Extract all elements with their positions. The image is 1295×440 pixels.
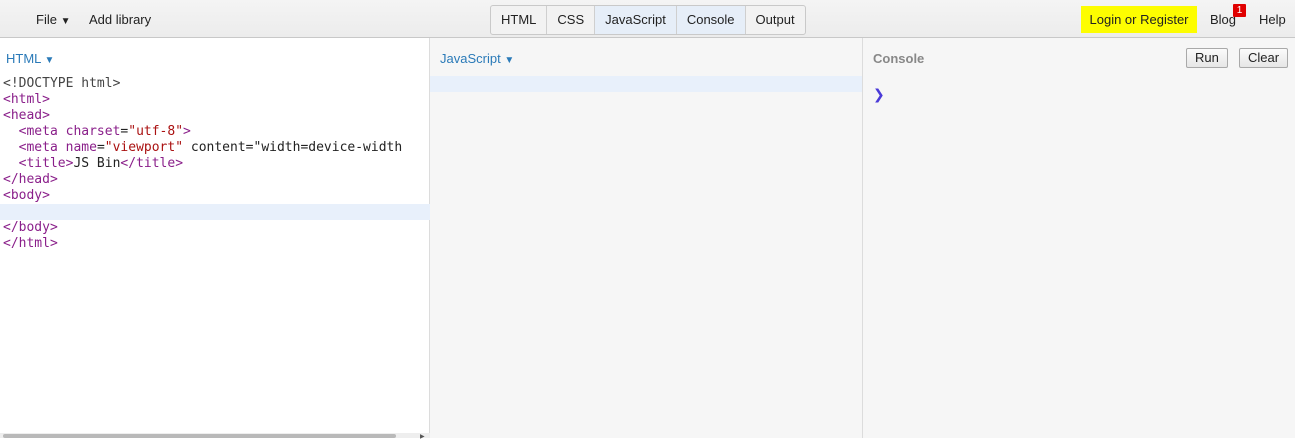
code-line[interactable]: <html> bbox=[0, 92, 430, 108]
file-menu-label: File bbox=[36, 12, 57, 27]
javascript-code-editor[interactable] bbox=[430, 76, 862, 92]
code-line[interactable]: </html> bbox=[0, 236, 430, 252]
chevron-down-icon: ▼ bbox=[504, 55, 515, 66]
console-prompt-icon[interactable]: ❯ bbox=[873, 86, 885, 103]
tab-output[interactable]: Output bbox=[746, 6, 805, 34]
html-panel-dropdown[interactable]: HTML ▼ bbox=[6, 51, 54, 66]
code-line[interactable]: <title>JS Bin</title> bbox=[0, 156, 430, 172]
tab-css[interactable]: CSS bbox=[547, 6, 596, 34]
clear-button[interactable]: Clear bbox=[1239, 48, 1289, 68]
scrollbar-thumb[interactable] bbox=[3, 434, 396, 438]
tab-html[interactable]: HTML bbox=[491, 6, 548, 34]
code-line[interactable]: <meta charset="utf-8"> bbox=[0, 124, 430, 140]
tab-javascript[interactable]: JavaScript bbox=[595, 6, 677, 34]
file-menu[interactable]: File ▼ bbox=[36, 12, 70, 27]
console-panel-label: Console bbox=[873, 51, 925, 66]
run-button[interactable]: Run bbox=[1186, 48, 1228, 68]
scroll-right-arrow-icon[interactable]: ▶ bbox=[420, 433, 425, 440]
html-code-editor[interactable]: <!DOCTYPE html> <html> <head> <meta charse… bbox=[0, 76, 430, 252]
code-line[interactable]: <!DOCTYPE html> bbox=[0, 76, 430, 92]
login-register-button[interactable]: Login or Register bbox=[1081, 6, 1197, 33]
code-line[interactable]: </body> bbox=[0, 220, 430, 236]
code-line[interactable]: <body> bbox=[0, 188, 430, 204]
chevron-down-icon: ▼ bbox=[60, 16, 71, 27]
tab-console[interactable]: Console bbox=[676, 6, 746, 34]
javascript-panel-label: JavaScript bbox=[440, 51, 501, 66]
javascript-panel: JavaScript ▼ bbox=[430, 38, 863, 438]
code-line[interactable]: <head> bbox=[0, 108, 430, 124]
add-library-button[interactable]: Add library bbox=[89, 12, 151, 27]
code-line[interactable] bbox=[0, 204, 430, 220]
javascript-panel-dropdown[interactable]: JavaScript ▼ bbox=[440, 51, 514, 66]
code-line[interactable]: <meta name="viewport" content="width=dev… bbox=[0, 140, 430, 156]
chevron-down-icon: ▼ bbox=[44, 55, 55, 66]
code-line[interactable]: </head> bbox=[0, 172, 430, 188]
top-toolbar: File ▼ Add library HTML CSS JavaScript C… bbox=[0, 0, 1295, 38]
panel-tabs: HTML CSS JavaScript Console Output bbox=[490, 5, 806, 35]
html-panel: HTML ▼ <!DOCTYPE html> <html> <head> <meta… bbox=[0, 38, 430, 438]
help-link[interactable]: Help bbox=[1259, 12, 1286, 27]
blog-notification-badge: 1 bbox=[1233, 4, 1246, 17]
html-panel-label: HTML bbox=[6, 51, 41, 66]
console-panel: Console Run Clear ❯ bbox=[863, 38, 1295, 438]
html-horizontal-scrollbar[interactable] bbox=[0, 433, 430, 438]
